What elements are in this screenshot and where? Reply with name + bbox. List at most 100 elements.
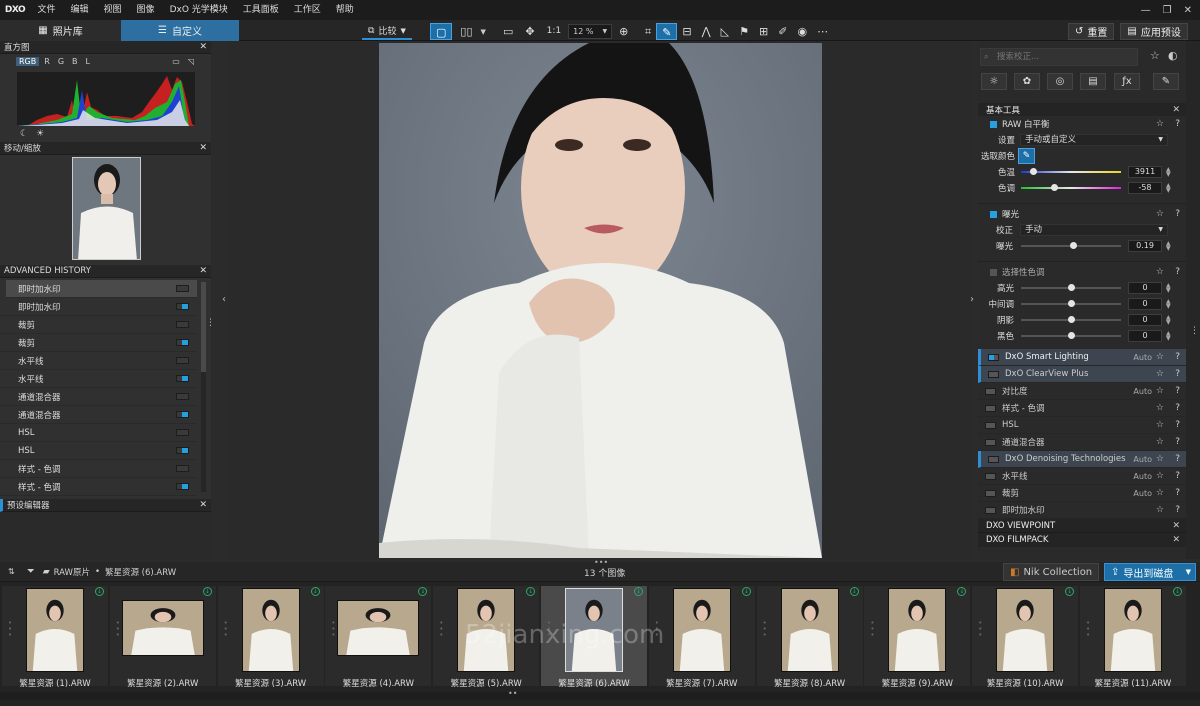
- fx-toggle[interactable]: [985, 489, 996, 497]
- fx-tool-row[interactable]: DxO ClearView Plus ☆?: [978, 366, 1186, 383]
- effects-tab-icon[interactable]: ƒx: [1114, 73, 1140, 90]
- help-icon[interactable]: ?: [1175, 119, 1180, 129]
- star-icon[interactable]: ☆: [1156, 209, 1164, 219]
- navigator-thumbnail[interactable]: [72, 157, 141, 260]
- fx-toggle[interactable]: [988, 353, 999, 361]
- reset-button[interactable]: ↺ 重置: [1068, 23, 1115, 40]
- tone-slider-knob[interactable]: [1067, 284, 1075, 291]
- help-icon[interactable]: ?: [1175, 454, 1180, 464]
- minimize-icon[interactable]: —: [1141, 5, 1151, 16]
- spinner-icon[interactable]: ▲ ▼: [1166, 241, 1171, 252]
- close-icon[interactable]: ✕: [199, 266, 207, 276]
- exposure-toggle[interactable]: [990, 210, 997, 218]
- exposure-header[interactable]: 曝光 ☆ ?: [978, 206, 1186, 222]
- rating-dots-icon[interactable]: • • •: [978, 620, 982, 639]
- apply-preset-button[interactable]: ▤ 应用预设: [1120, 23, 1188, 40]
- fx-auto-badge[interactable]: Auto: [1133, 353, 1152, 362]
- tone-value[interactable]: 0: [1128, 298, 1162, 310]
- help-icon[interactable]: ?: [1175, 267, 1180, 277]
- horizon-icon[interactable]: ⊟: [677, 23, 696, 40]
- collapse-left-icon[interactable]: ‹: [222, 294, 226, 305]
- menu-palettes[interactable]: 工具面板: [235, 0, 286, 20]
- history-toggle[interactable]: [176, 483, 189, 490]
- search-input[interactable]: 搜索校正...: [980, 48, 1138, 66]
- nik-collection-button[interactable]: ◧ Nik Collection: [1003, 563, 1099, 581]
- star-icon[interactable]: ☆: [1156, 267, 1164, 277]
- collapse-right-icon[interactable]: ›: [970, 294, 974, 305]
- close-icon[interactable]: ✕: [1172, 105, 1180, 115]
- star-icon[interactable]: ☆: [1156, 454, 1164, 464]
- exp-correct-select[interactable]: 手动 ▼: [1020, 224, 1168, 236]
- tone-value[interactable]: 0: [1128, 282, 1162, 294]
- visibility-toggle-icon[interactable]: ◐: [1168, 49, 1178, 62]
- light-tab-icon[interactable]: ☼: [981, 73, 1007, 90]
- history-item[interactable]: 裁剪: [0, 334, 197, 352]
- star-icon[interactable]: ☆: [1156, 403, 1164, 413]
- filmstrip-thumbnail[interactable]: 繁星资源 (7).ARW ↓ • • •: [648, 586, 755, 689]
- eye-icon[interactable]: ◉: [792, 23, 812, 40]
- tone-slider-knob[interactable]: [1067, 332, 1075, 339]
- local-adjust-icon[interactable]: ◺: [716, 23, 734, 40]
- fx-toggle[interactable]: [985, 387, 996, 395]
- menu-optics[interactable]: DxO 光学模块: [162, 0, 235, 20]
- hist-tab-r[interactable]: R: [41, 57, 53, 66]
- rating-dots-icon[interactable]: • • •: [8, 620, 12, 639]
- fx-toggle[interactable]: [985, 506, 996, 514]
- fx-tool-row[interactable]: DxO Smart Lighting Auto ☆?: [978, 349, 1186, 366]
- preset-editor-header[interactable]: 预设编辑器 ✕: [0, 499, 211, 512]
- history-item[interactable]: 即时加水印: [6, 280, 197, 298]
- split-view-button[interactable]: ▯▯: [455, 23, 477, 40]
- history-toggle[interactable]: [176, 411, 189, 418]
- spinner-icon[interactable]: ▲ ▼: [1166, 315, 1171, 326]
- eyedropper-icon[interactable]: ✎: [1018, 148, 1035, 164]
- wb-header[interactable]: RAW 白平衡 ☆ ?: [978, 116, 1186, 132]
- history-item[interactable]: 通道混合器: [0, 388, 197, 406]
- favorite-star-icon[interactable]: ☆: [1150, 49, 1160, 62]
- sort-icon[interactable]: ⇅: [8, 567, 15, 576]
- close-icon[interactable]: ✕: [199, 42, 207, 52]
- basic-tools-header[interactable]: 基本工具 ✕: [978, 103, 1186, 116]
- history-item[interactable]: 样式 - 色调: [0, 478, 197, 496]
- single-view-button[interactable]: ▢: [430, 23, 453, 40]
- more-tools-icon[interactable]: ⋯: [812, 23, 833, 40]
- filmpack-header[interactable]: DXO FILMPACK ✕: [978, 533, 1186, 547]
- history-item[interactable]: HSL: [0, 424, 197, 442]
- help-icon[interactable]: ?: [1175, 369, 1180, 379]
- menu-help[interactable]: 帮助: [328, 0, 361, 20]
- grid-overlay-icon[interactable]: ⊞: [754, 23, 773, 40]
- history-toggle[interactable]: [176, 303, 189, 310]
- tint-slider-knob[interactable]: [1050, 184, 1058, 191]
- wb-setting-select[interactable]: 手动或自定义 ▼: [1020, 134, 1168, 146]
- close-icon[interactable]: ✕: [1172, 521, 1180, 531]
- history-toggle[interactable]: [176, 321, 189, 328]
- fx-tool-row[interactable]: DxO Denoising Technologies Auto ☆?: [978, 451, 1186, 468]
- history-item[interactable]: 样式 - 色调: [0, 460, 197, 478]
- repair-icon[interactable]: ✐: [773, 23, 792, 40]
- filmstrip-thumbnail[interactable]: 繁星资源 (8).ARW ↓ • • •: [756, 586, 863, 689]
- star-icon[interactable]: ☆: [1156, 369, 1164, 379]
- menu-image[interactable]: 图像: [129, 0, 162, 20]
- fx-toggle[interactable]: [988, 455, 999, 463]
- filmstrip-scrollbar[interactable]: ••: [0, 689, 1200, 700]
- geometry-tab-icon[interactable]: ▤: [1080, 73, 1106, 90]
- help-icon[interactable]: ?: [1175, 420, 1180, 430]
- history-item[interactable]: 水平线: [0, 370, 197, 388]
- temp-value[interactable]: 3911: [1128, 166, 1162, 178]
- history-toggle[interactable]: [176, 429, 189, 436]
- history-toggle[interactable]: [176, 393, 189, 400]
- panel-grip-icon[interactable]: ⋮: [206, 318, 215, 328]
- hist-tab-b[interactable]: B: [69, 57, 81, 66]
- star-icon[interactable]: ☆: [1156, 437, 1164, 447]
- history-toggle[interactable]: [176, 357, 189, 364]
- tone-slider-knob[interactable]: [1067, 316, 1075, 323]
- help-icon[interactable]: ?: [1175, 437, 1180, 447]
- sun-icon[interactable]: ☀: [36, 129, 44, 139]
- tone-slider[interactable]: [1021, 332, 1121, 339]
- spinner-icon[interactable]: ▲ ▼: [1166, 167, 1171, 178]
- close-icon[interactable]: ✕: [1172, 535, 1180, 545]
- hist-tab-g[interactable]: G: [55, 57, 67, 66]
- tone-slider[interactable]: [1021, 316, 1121, 323]
- hist-tab-l[interactable]: L: [83, 57, 93, 66]
- spinner-icon[interactable]: ▲ ▼: [1166, 299, 1171, 310]
- help-icon[interactable]: ?: [1175, 352, 1180, 362]
